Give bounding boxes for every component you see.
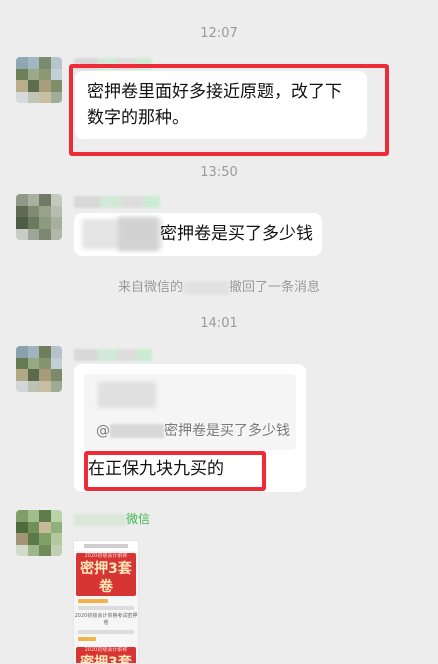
- highlight-box: [69, 64, 389, 156]
- sender-name: [74, 196, 160, 208]
- avatar[interactable]: [16, 194, 62, 240]
- sender-name: 微信: [74, 512, 150, 526]
- redacted-block: [98, 382, 156, 408]
- sender-name: [74, 349, 152, 361]
- redacted-name: [74, 513, 126, 526]
- poster-title: 密押3套卷: [80, 655, 132, 664]
- poster-line: [78, 599, 108, 603]
- image-message[interactable]: 2020初级会计职称 密押3套卷 2020初级会计资格考试密押卷 2020初级会…: [73, 540, 139, 664]
- poster-caption: 2020初级会计资格考试密押卷: [74, 613, 138, 626]
- recall-notice-suffix: 撤回了一条消息: [229, 280, 321, 295]
- quoted-message[interactable]: @ 密押卷是买了多少钱: [84, 374, 296, 450]
- poster-header: [74, 541, 138, 551]
- poster-line: [78, 630, 134, 634]
- recall-notice-prefix: 来自微信的: [117, 280, 183, 295]
- redacted-block: [118, 217, 158, 251]
- quoted-text: @ 密押卷是买了多少钱: [96, 422, 290, 440]
- timestamp: 14:01: [200, 316, 238, 331]
- poster-subtitle: 2020初级会计职称: [84, 553, 128, 559]
- avatar[interactable]: [16, 346, 62, 392]
- poster-line: [78, 637, 96, 641]
- poster-card: 2020初级会计职称 密押3套卷: [76, 647, 136, 664]
- redacted-name: [183, 280, 229, 295]
- poster-card: 2020初级会计职称 密押3套卷: [76, 553, 136, 596]
- quote-at: @: [96, 423, 110, 439]
- redacted-name: [110, 424, 164, 438]
- quote-tail: 密押卷是买了多少钱: [164, 423, 290, 439]
- avatar[interactable]: [16, 510, 62, 556]
- sender-name-suffix: 微信: [126, 512, 151, 526]
- timestamp: 13:50: [200, 165, 238, 180]
- message-text: 密押卷是买了多少钱: [160, 224, 313, 244]
- timestamp: 12:07: [200, 26, 238, 41]
- recall-notice: 来自微信的 撤回了一条消息: [0, 276, 438, 295]
- poster-line: [78, 606, 134, 610]
- poster-subtitle: 2020初级会计职称: [84, 647, 128, 653]
- poster-title: 密押3套卷: [80, 561, 132, 595]
- poster-placeholder: [84, 543, 128, 548]
- highlight-box: [84, 451, 266, 491]
- avatar[interactable]: [16, 57, 62, 103]
- message-bubble[interactable]: 密押卷是买了多少钱: [74, 213, 322, 256]
